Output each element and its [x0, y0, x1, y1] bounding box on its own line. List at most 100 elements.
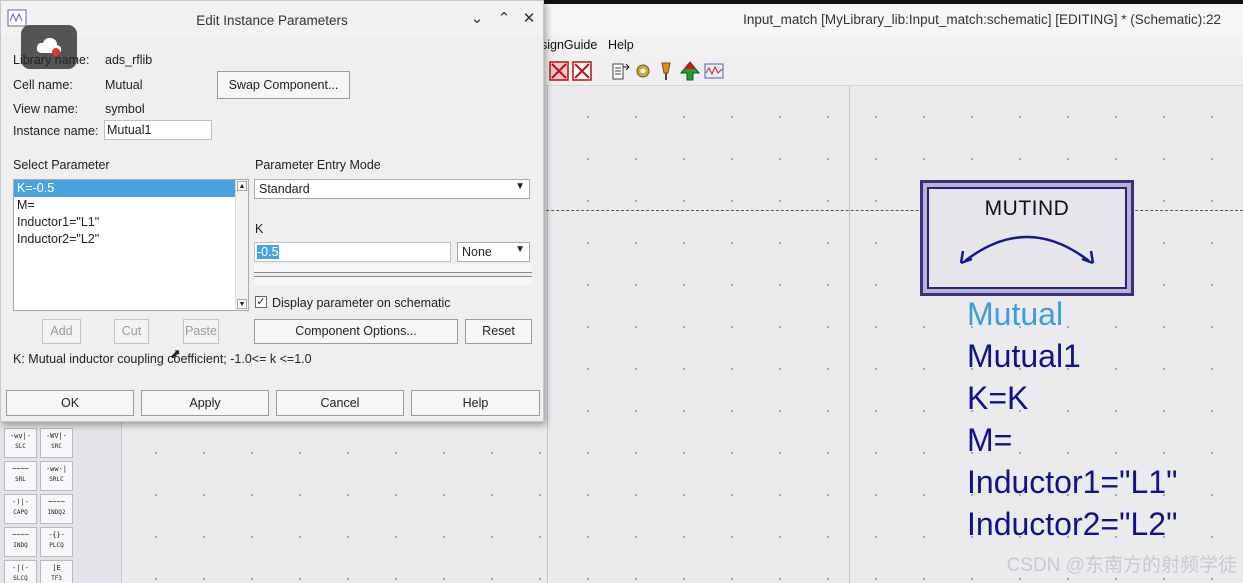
minimize-icon[interactable]: ⌄	[469, 9, 485, 27]
menu-design-guide[interactable]: signGuide	[541, 38, 597, 52]
list-item[interactable]: M=	[14, 197, 248, 214]
palette-label: PLCQ	[49, 542, 64, 549]
chevron-down-icon: ▼	[515, 244, 525, 255]
parameter-value-input[interactable]: -0.5	[254, 242, 451, 262]
palette-label: TF3	[51, 575, 62, 582]
scroll-down-icon[interactable]: ▼	[237, 299, 247, 309]
close-icon[interactable]: ✕	[521, 9, 537, 27]
palette-symbol: ~~~~	[48, 498, 65, 506]
apply-button[interactable]: Apply	[141, 390, 269, 416]
palette-item-capq[interactable]: -)|- CAPQ	[4, 494, 37, 524]
watermark: CSDN @东南方的射频学徒	[1006, 555, 1237, 576]
palette-item-tf3[interactable]: ]E TF3	[40, 560, 73, 583]
palette-item-slc[interactable]: -wv|- SLC	[4, 428, 37, 458]
palette-item-srlc[interactable]: -ww-| SRLC	[40, 461, 73, 491]
simulate-icon[interactable]	[704, 61, 724, 81]
parameter-name-label: K	[255, 222, 264, 236]
deactivate-icon[interactable]	[572, 61, 592, 81]
maximize-icon[interactable]: ⌃	[496, 9, 512, 27]
instance-name-text: Mutual1	[967, 338, 1081, 374]
list-item[interactable]: Inductor1="L1"	[14, 214, 248, 231]
library-name-value: ads_rflib	[105, 53, 153, 67]
palette-symbol: ~~~~	[12, 531, 29, 539]
palette-symbol: -)|-	[12, 498, 29, 506]
component-options-button[interactable]: Component Options...	[254, 319, 458, 344]
palette-item-indq2[interactable]: ~~~~ INDQ2	[40, 494, 73, 524]
display-parameter-checkbox[interactable]: ✓	[255, 296, 267, 308]
probe-icon[interactable]	[656, 61, 676, 81]
param-inductor2-text: Inductor2="L2"	[967, 506, 1178, 542]
cancel-button[interactable]: Cancel	[276, 390, 404, 416]
palette-label: SLCQ	[13, 575, 28, 582]
hidden-button-edge	[254, 276, 532, 285]
mouse-cursor-icon: ⬈	[170, 346, 181, 361]
list-item[interactable]: Inductor2="L2"	[14, 231, 248, 248]
parameter-value-text: -0.5	[257, 245, 279, 259]
dialog-titlebar[interactable]: Edit Instance Parameters ⌄ ⌃ ✕	[1, 1, 543, 37]
edit-instance-parameters-dialog: Edit Instance Parameters ⌄ ⌃ ✕ Library n…	[0, 0, 544, 422]
param-inductor1-text: Inductor1="L1"	[967, 464, 1178, 500]
palette-symbol: -|(-	[12, 564, 29, 572]
mutind-component-symbol[interactable]: MUTIND	[920, 180, 1134, 296]
param-k-text: K=K	[967, 380, 1029, 416]
add-button[interactable]: Add	[42, 319, 81, 344]
hidden-button-edge	[254, 264, 532, 273]
select-parameter-label: Select Parameter	[13, 158, 110, 172]
schematic-title: Input_match [MyLibrary_lib:Input_match:s…	[743, 12, 1221, 27]
palette-symbol: -WV|-	[45, 432, 68, 440]
symbol-frame: MUTIND	[923, 183, 1131, 293]
cell-name-value: Mutual	[105, 78, 143, 92]
palette-item-src[interactable]: -WV|- SRC	[40, 428, 73, 458]
paste-button[interactable]: Paste	[183, 319, 219, 344]
component-name-text: Mutual	[967, 296, 1064, 332]
entry-mode-select[interactable]: Standard ▼	[254, 179, 530, 199]
palette-label: INDQ2	[47, 509, 66, 516]
library-name-label: Library name:	[13, 53, 90, 67]
parameter-hint: K: Mutual inductor coupling coefficient;…	[13, 352, 312, 366]
ok-button[interactable]: OK	[6, 390, 134, 416]
cut-button[interactable]: Cut	[114, 319, 149, 344]
coupling-arrow-icon	[959, 235, 1095, 265]
sheet-border-line	[849, 86, 850, 583]
list-item[interactable]: K=-0.5	[14, 180, 236, 197]
palette-label: SRLC	[49, 476, 64, 483]
palette-symbol: -ww-|	[45, 465, 68, 473]
menu-help[interactable]: Help	[608, 38, 634, 52]
palette-item-slcq[interactable]: -|(- SLCQ	[4, 560, 37, 583]
unit-select[interactable]: None ▼	[457, 242, 530, 262]
reset-button[interactable]: Reset	[465, 319, 532, 344]
palette-symbol: ]E	[52, 564, 61, 572]
push-up-icon[interactable]	[680, 61, 700, 81]
display-parameter-label: Display parameter on schematic	[272, 296, 451, 310]
entry-mode-value: Standard	[259, 182, 310, 196]
list-arrow-icon[interactable]	[610, 61, 630, 81]
palette-label: INDQ	[13, 542, 28, 549]
instance-name-input[interactable]: Mutual1	[104, 120, 212, 140]
palette-label: CAPQ	[13, 509, 28, 516]
scroll-up-icon[interactable]: ▲	[237, 181, 247, 191]
view-name-value: symbol	[105, 102, 145, 116]
palette-item-srl[interactable]: ~~~~ SRL	[4, 461, 37, 491]
swap-component-button[interactable]: Swap Component...	[217, 71, 350, 99]
palette-item-indq[interactable]: ~~~~ INDQ	[4, 527, 37, 557]
palette-symbol: -{}-	[48, 531, 65, 539]
unit-value: None	[462, 245, 492, 259]
instance-name-label: Instance name:	[13, 124, 99, 138]
symbol-body: MUTIND	[927, 187, 1127, 289]
help-button[interactable]: Help	[411, 390, 540, 416]
dialog-title: Edit Instance Parameters	[196, 13, 348, 28]
parameter-list[interactable]: K=-0.5 M= Inductor1="L1" Inductor2="L2" …	[13, 179, 249, 311]
param-m-text: M=	[967, 422, 1013, 458]
symbol-label: MUTIND	[984, 197, 1070, 220]
list-scrollbar[interactable]: ▲ ▼	[235, 180, 248, 310]
palette-label: SRC	[51, 443, 62, 450]
palette-symbol: -wv|-	[9, 432, 32, 440]
palette-item-plcq[interactable]: -{}- PLCQ	[40, 527, 73, 557]
sheet-border-line	[547, 86, 548, 583]
palette-symbol: ~~~~	[12, 465, 29, 473]
view-name-label: View name:	[13, 102, 79, 116]
entry-mode-label: Parameter Entry Mode	[255, 158, 381, 172]
gear-icon[interactable]	[633, 61, 653, 81]
chevron-down-icon: ▼	[515, 181, 525, 192]
delete-icon[interactable]	[549, 61, 569, 81]
